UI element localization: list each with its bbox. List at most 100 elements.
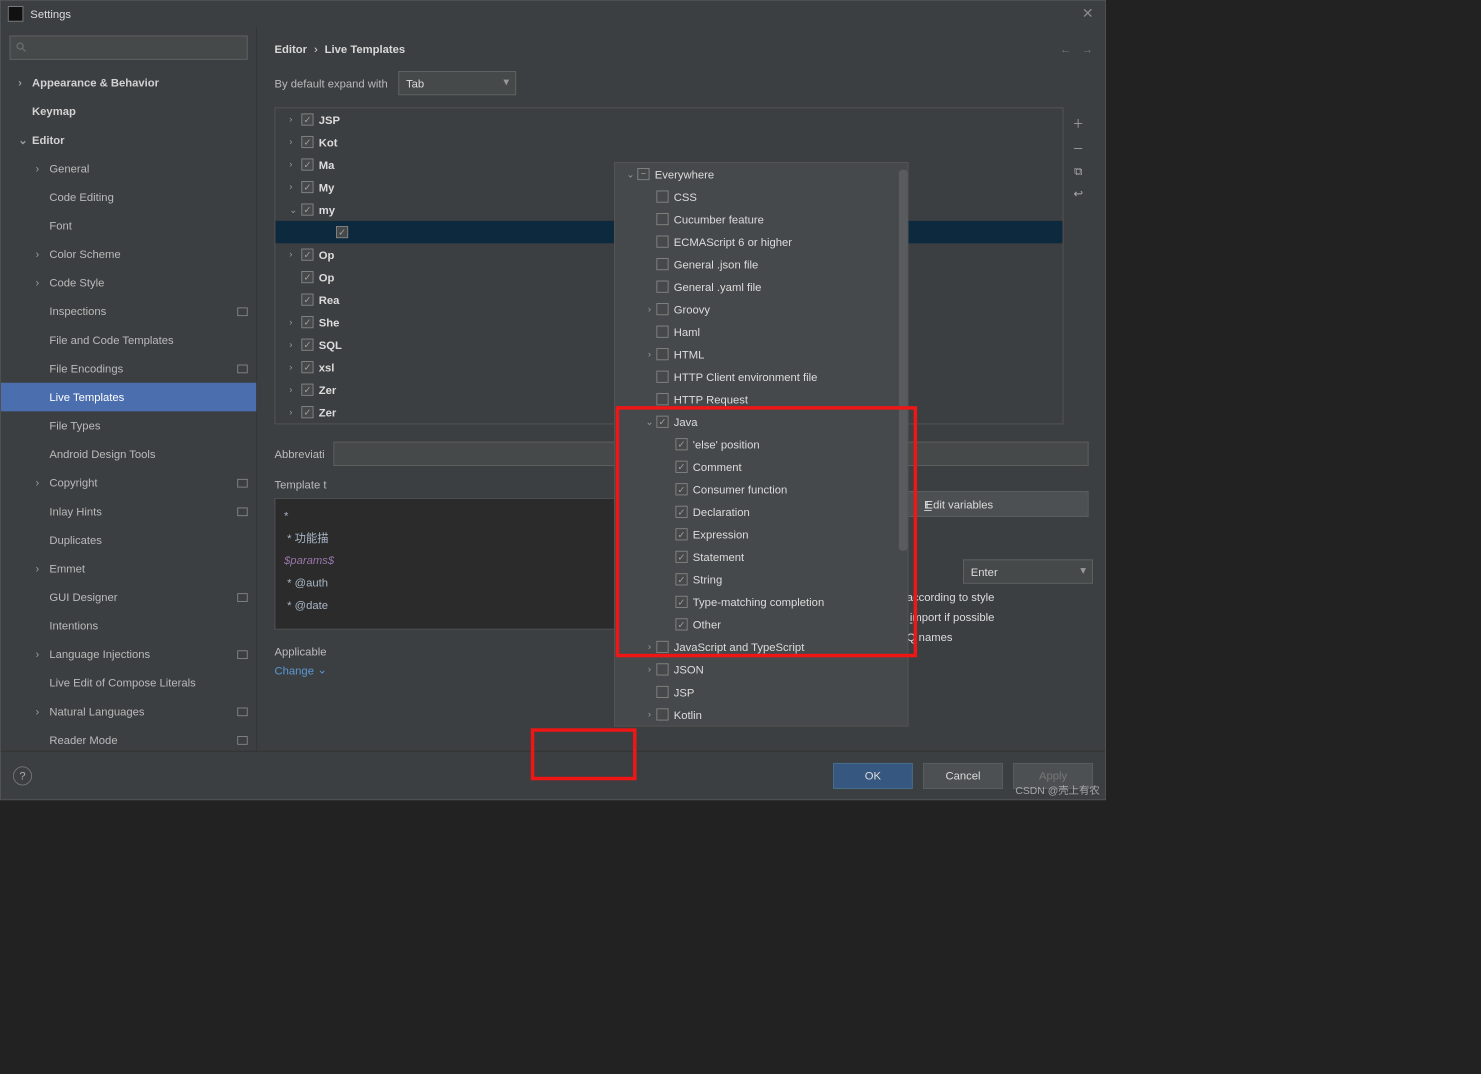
sidebar-item[interactable]: GUI Designer: [1, 583, 256, 612]
nav-fwd-icon[interactable]: →: [1082, 42, 1093, 55]
sidebar-item[interactable]: ›Code Style: [1, 268, 256, 297]
expand-with-option-select[interactable]: Enter: [963, 559, 1093, 583]
template-checkbox[interactable]: [301, 204, 313, 216]
sidebar-item[interactable]: Reader Mode: [1, 726, 256, 751]
sidebar-item[interactable]: File Encodings: [1, 354, 256, 383]
template-group-item[interactable]: ›Kot: [275, 131, 1062, 154]
context-checkbox[interactable]: [637, 168, 649, 180]
context-checkbox[interactable]: [656, 393, 668, 405]
sidebar-item[interactable]: ›Natural Languages: [1, 697, 256, 726]
context-checkbox[interactable]: [675, 438, 687, 450]
context-item[interactable]: Statement: [615, 546, 908, 569]
nav-back-icon[interactable]: ←: [1060, 42, 1071, 55]
template-checkbox[interactable]: [301, 136, 313, 148]
template-checkbox[interactable]: [301, 339, 313, 351]
sidebar-item[interactable]: ›Emmet: [1, 554, 256, 583]
context-checkbox[interactable]: [656, 708, 668, 720]
template-checkbox[interactable]: [301, 181, 313, 193]
context-item[interactable]: Other: [615, 613, 908, 636]
context-item[interactable]: ›Groovy: [615, 298, 908, 321]
context-item[interactable]: Comment: [615, 456, 908, 479]
context-checkbox[interactable]: [656, 326, 668, 338]
sidebar-item[interactable]: Duplicates: [1, 526, 256, 555]
context-checkbox[interactable]: [656, 686, 668, 698]
context-checkbox[interactable]: [656, 663, 668, 675]
template-checkbox[interactable]: [301, 361, 313, 373]
context-item[interactable]: JSP: [615, 681, 908, 704]
sidebar-item[interactable]: ›Color Scheme: [1, 240, 256, 269]
template-group-item[interactable]: ›JSP: [275, 108, 1062, 131]
sidebar-item[interactable]: ›Language Injections: [1, 640, 256, 669]
context-checkbox[interactable]: [675, 618, 687, 630]
sidebar-item[interactable]: File Types: [1, 411, 256, 440]
add-icon[interactable]: ＋: [1073, 114, 1084, 130]
breadcrumb-a[interactable]: Editor: [275, 42, 308, 55]
context-item[interactable]: 'else' position: [615, 433, 908, 456]
context-item[interactable]: ⌄Java: [615, 410, 908, 433]
sidebar-item[interactable]: ›Copyright: [1, 469, 256, 498]
context-checkbox[interactable]: [675, 551, 687, 563]
sidebar-item[interactable]: ⌄Editor: [1, 126, 256, 155]
context-checkbox[interactable]: [675, 528, 687, 540]
context-item[interactable]: ›JavaScript and TypeScript: [615, 636, 908, 659]
sidebar-item[interactable]: Live Templates: [1, 383, 256, 412]
context-checkbox[interactable]: [656, 236, 668, 248]
context-checkbox[interactable]: [656, 416, 668, 428]
context-item[interactable]: ⌄Everywhere: [615, 163, 908, 186]
context-item[interactable]: ›JSON: [615, 658, 908, 681]
template-checkbox[interactable]: [336, 226, 348, 238]
sidebar-item[interactable]: Inlay Hints: [1, 497, 256, 526]
template-checkbox[interactable]: [301, 384, 313, 396]
template-checkbox[interactable]: [301, 113, 313, 125]
context-checkbox[interactable]: [656, 258, 668, 270]
context-item[interactable]: Cucumber feature: [615, 208, 908, 231]
context-checkbox[interactable]: [675, 573, 687, 585]
remove-icon[interactable]: －: [1073, 139, 1084, 155]
context-item[interactable]: Expression: [615, 523, 908, 546]
copy-icon[interactable]: ⧉: [1074, 165, 1082, 179]
sidebar-item[interactable]: Live Edit of Compose Literals: [1, 669, 256, 698]
context-checkbox[interactable]: [656, 371, 668, 383]
sidebar-item[interactable]: ›General: [1, 154, 256, 183]
context-checkbox[interactable]: [675, 483, 687, 495]
context-checkbox[interactable]: [675, 461, 687, 473]
context-scope-list[interactable]: ⌄EverywhereCSSCucumber featureECMAScript…: [615, 163, 908, 726]
template-checkbox[interactable]: [301, 406, 313, 418]
context-item[interactable]: ›HTML: [615, 343, 908, 366]
sidebar-item[interactable]: Keymap: [1, 97, 256, 126]
template-checkbox[interactable]: [301, 249, 313, 261]
context-item[interactable]: Declaration: [615, 501, 908, 524]
ok-button[interactable]: OK: [833, 763, 913, 789]
template-checkbox[interactable]: [301, 294, 313, 306]
cancel-button[interactable]: Cancel: [923, 763, 1003, 789]
sidebar-item[interactable]: Font: [1, 211, 256, 240]
settings-tree[interactable]: ›Appearance & BehaviorKeymap⌄Editor›Gene…: [1, 68, 256, 750]
context-checkbox[interactable]: [656, 303, 668, 315]
context-item[interactable]: String: [615, 568, 908, 591]
sidebar-item[interactable]: Android Design Tools: [1, 440, 256, 469]
template-checkbox[interactable]: [301, 158, 313, 170]
context-checkbox[interactable]: [656, 348, 668, 360]
context-item[interactable]: CSS: [615, 185, 908, 208]
context-item[interactable]: HTTP Request: [615, 388, 908, 411]
sidebar-item[interactable]: ›Appearance & Behavior: [1, 68, 256, 97]
scrollbar[interactable]: [899, 170, 908, 551]
sidebar-item[interactable]: Inspections: [1, 297, 256, 326]
close-icon[interactable]: ✕: [1077, 3, 1098, 24]
context-checkbox[interactable]: [656, 213, 668, 225]
context-item[interactable]: Type-matching completion: [615, 591, 908, 614]
context-item[interactable]: General .json file: [615, 253, 908, 276]
revert-icon[interactable]: ↩: [1073, 187, 1082, 201]
context-checkbox[interactable]: [675, 596, 687, 608]
context-checkbox[interactable]: [656, 641, 668, 653]
context-item[interactable]: ›Kotlin: [615, 703, 908, 726]
search-input[interactable]: [10, 36, 248, 60]
change-link[interactable]: Change: [275, 664, 314, 677]
context-item[interactable]: Haml: [615, 320, 908, 343]
context-item[interactable]: Consumer function: [615, 478, 908, 501]
sidebar-item[interactable]: File and Code Templates: [1, 326, 256, 355]
help-icon[interactable]: ?: [13, 766, 32, 785]
context-checkbox[interactable]: [656, 191, 668, 203]
expand-with-select[interactable]: Tab: [398, 71, 516, 95]
context-item[interactable]: ECMAScript 6 or higher: [615, 230, 908, 253]
